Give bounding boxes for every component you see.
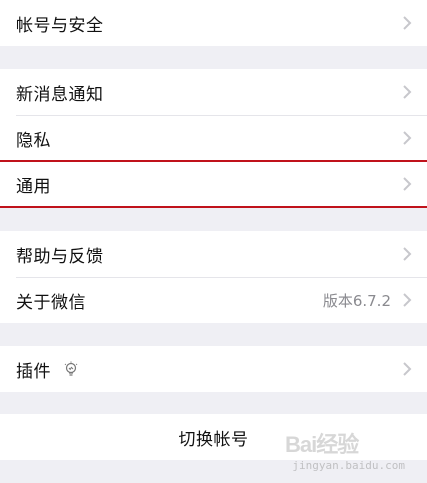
row-general[interactable]: 通用 [0, 161, 427, 207]
chevron-right-icon [401, 84, 413, 100]
row-plugins[interactable]: 插件 [0, 346, 427, 392]
row-about-wechat[interactable]: 关于微信 版本6.7.2 [0, 277, 427, 323]
chevron-right-icon [401, 361, 413, 377]
chevron-right-icon [401, 176, 413, 192]
row-label: 新消息通知 [16, 84, 104, 105]
row-account-security[interactable]: 帐号与安全 [0, 0, 427, 46]
version-value: 版本6.7.2 [322, 291, 391, 310]
highlight-line-top [0, 160, 427, 162]
row-help-feedback[interactable]: 帮助与反馈 [0, 231, 427, 277]
row-label: 关于微信 [16, 292, 86, 313]
chevron-right-icon [401, 246, 413, 262]
row-label: 插件 [16, 361, 51, 382]
chevron-right-icon [401, 15, 413, 31]
settings-group-account: 帐号与安全 [0, 0, 427, 46]
chevron-right-icon [401, 130, 413, 146]
row-label: 通用 [16, 176, 51, 197]
highlight-line-bottom [0, 206, 427, 208]
baidu-jingyan-watermark: Bai经验 jingyan.baidu.com [285, 425, 405, 477]
row-privacy[interactable]: 隐私 [0, 115, 427, 161]
row-label: 帐号与安全 [16, 15, 104, 36]
row-new-message-notification[interactable]: 新消息通知 [0, 69, 427, 115]
watermark-logo: Bai经验 [285, 432, 359, 457]
row-label: 隐私 [16, 130, 51, 151]
settings-group-plugins: 插件 [0, 346, 427, 392]
row-label: 帮助与反馈 [16, 246, 104, 267]
settings-group-help: 帮助与反馈 关于微信 版本6.7.2 [0, 231, 427, 323]
settings-group-general: 新消息通知 隐私 通用 [0, 69, 427, 207]
switch-account-label: 切换帐号 [178, 429, 249, 450]
watermark-url: jingyan.baidu.com [292, 459, 405, 472]
chevron-right-icon [401, 292, 413, 308]
lightbulb-icon [63, 361, 79, 377]
